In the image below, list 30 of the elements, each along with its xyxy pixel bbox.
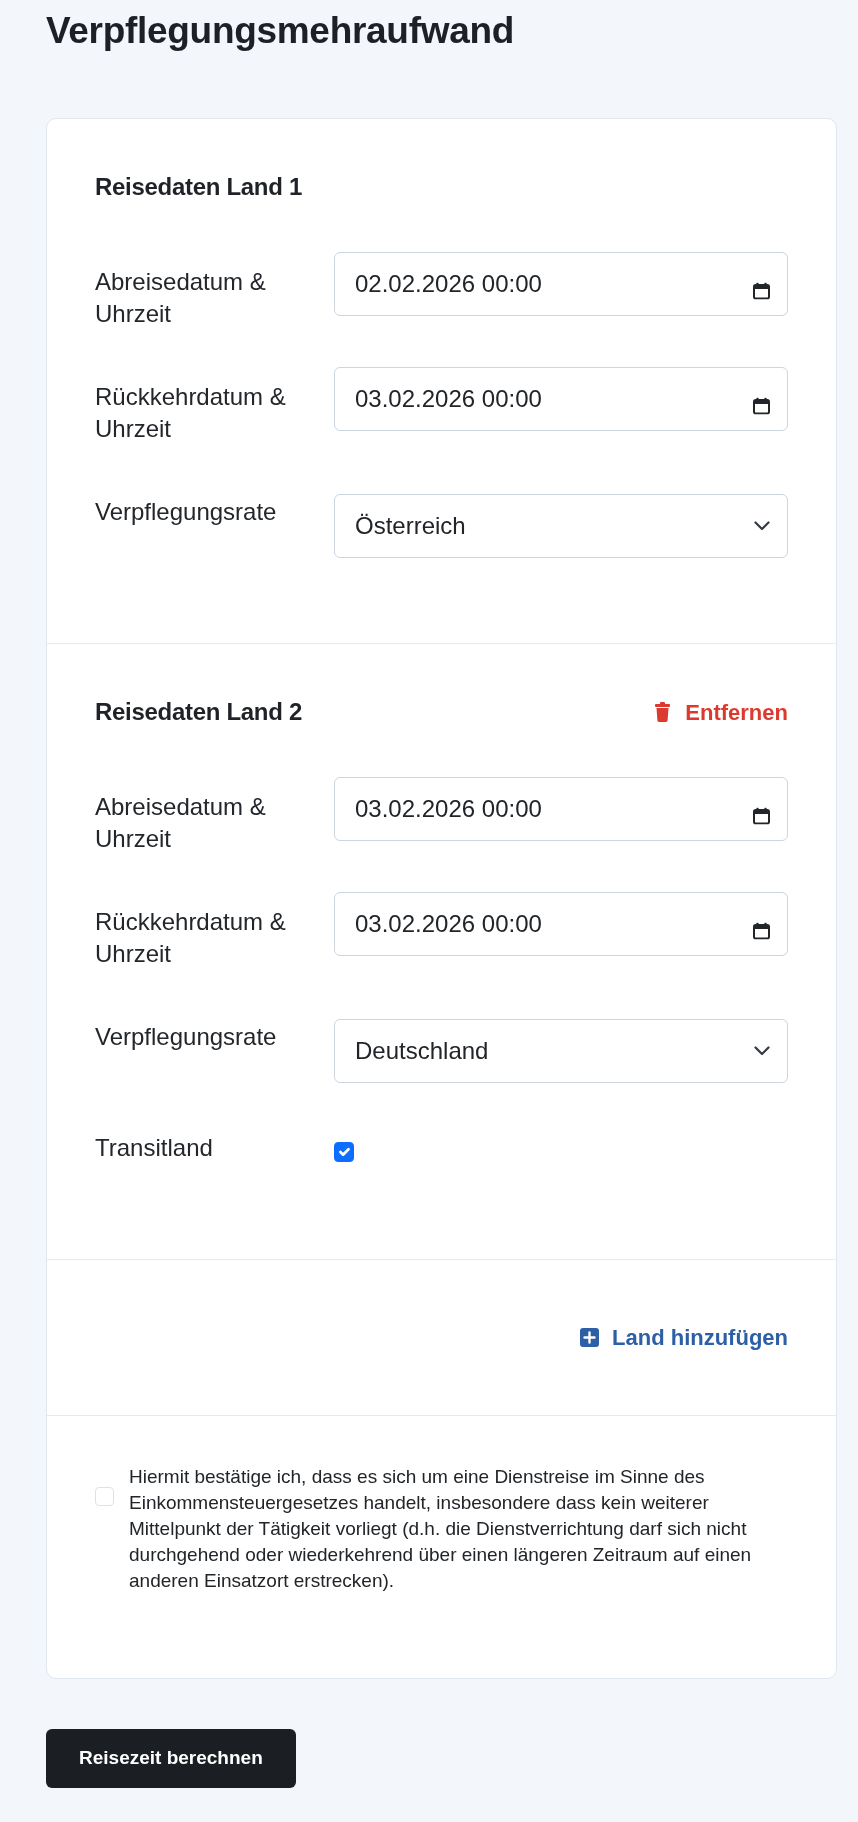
date-field[interactable]: 03.02.2026 00:00 [334,367,788,431]
calendar-icon[interactable] [753,807,770,825]
field-label: Abreisedatum & Uhrzeit [95,792,267,854]
field-label: Abreisedatum & Uhrzeit [95,267,267,329]
calendar-icon[interactable] [753,397,770,415]
field-label: Rückkehrdatum & Uhrzeit [95,907,287,969]
checkbox[interactable] [334,1142,354,1162]
field-label: Rückkehrdatum & Uhrzeit [95,382,287,444]
date-field[interactable]: 03.02.2026 00:00 [334,777,788,841]
date-field[interactable]: 03.02.2026 00:00 [334,892,788,956]
field-label: Transitland [95,1133,214,1163]
field-label: Verpflegungsrate [95,497,278,527]
field-label: Verpflegungsrate [95,1022,278,1052]
calendar-icon[interactable] [753,282,770,300]
plus-square-icon [580,1328,600,1347]
chevron-down-icon [754,521,770,531]
add-country-button[interactable]: Land hinzufügen [580,1308,788,1367]
date-field[interactable]: 02.02.2026 00:00 [334,252,788,316]
trash-icon [655,702,671,722]
country-select[interactable]: Österreich [334,494,788,558]
section-heading: Reisedaten Land 2 [95,697,302,727]
calculate-button[interactable]: Reisezeit berechnen [46,1729,296,1788]
calendar-icon[interactable] [753,922,770,940]
page-title: Verpflegungsmehraufwand [46,9,515,53]
section-heading: Reisedaten Land 1 [95,172,302,202]
confirm-checkbox[interactable] [95,1487,114,1506]
chevron-down-icon [754,1046,770,1056]
remove-button[interactable]: Entfernen [655,698,788,726]
confirmation-text: Hiermit bestätige ich, dass es sich um eine Dienstreise im Sinne des Einkommensteuergesetzes handelt, insbesondere dass kein weiterer Mittelpunkt der Tätigkeit vorliegt (d.h. die Dienstverrichtung darf sich nicht durchgehend oder wiederkehrend über einen längeren Zeitraum auf einen anderen Einsatzort erstrecken). [129,1465,753,1593]
country-select[interactable]: Deutschland [334,1019,788,1083]
